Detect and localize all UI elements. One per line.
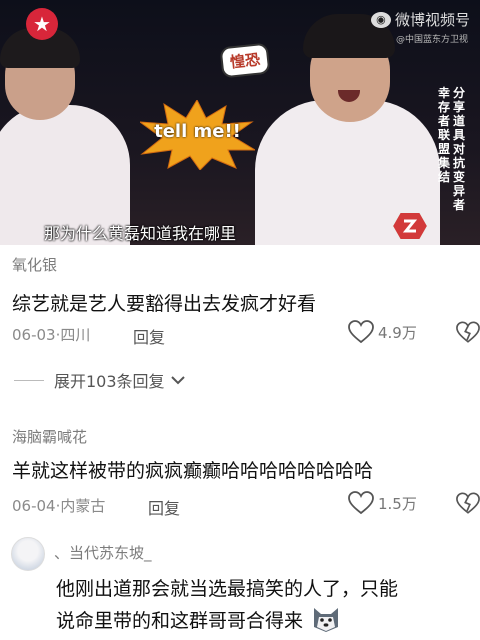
- heart-icon: [348, 491, 374, 515]
- show-badge-icon: [392, 212, 428, 240]
- tv-station-logo-icon: ★: [26, 8, 58, 40]
- comment-date: 06-03: [12, 326, 56, 344]
- video-subtitle: 那为什么黄磊知道我在哪里: [44, 224, 237, 243]
- comment-date: 06-04: [12, 497, 56, 515]
- comment-location: 四川: [60, 326, 91, 344]
- video-frame[interactable]: ★ ◉ 微博视频号 @中国蓝东方卫视 惶恐 tell me!! 幸存者联盟集结 …: [0, 0, 480, 245]
- comment-meta: 06-04·内蒙古: [12, 497, 106, 515]
- avatar[interactable]: [11, 537, 45, 571]
- comment-username[interactable]: 海脑霸喊花: [12, 426, 87, 447]
- broken-heart-icon[interactable]: [456, 321, 480, 344]
- expand-replies-button[interactable]: 展开103条回复: [14, 368, 186, 392]
- chevron-down-icon: [170, 376, 185, 385]
- comment-username[interactable]: 氧化银: [12, 254, 57, 275]
- vertical-caption-2: 分享道具对抗变异者: [452, 86, 465, 212]
- burst-text: tell me!!: [154, 121, 241, 142]
- watermark-sub: @中国蓝东方卫视: [395, 35, 468, 45]
- comment-text: 综艺就是艺人要豁得出去发疯才好看: [12, 293, 317, 315]
- fear-sticker: 惶恐: [219, 42, 271, 79]
- comment-text: 羊就这样被带的疯疯癫癫哈哈哈哈哈哈哈哈: [12, 460, 374, 482]
- comment-username[interactable]: 、当代苏东坡_: [54, 542, 152, 563]
- comment-text-line-1: 他刚出道那会就当选最搞笑的人了，只能: [56, 578, 399, 600]
- expand-replies-label: 展开103条回复: [54, 372, 165, 391]
- like-count: 1.5万: [378, 494, 417, 513]
- watermark: ◉ 微博视频号: [370, 9, 470, 30]
- weibo-icon: ◉: [370, 11, 391, 28]
- comment-location: 内蒙古: [60, 497, 106, 515]
- like-button[interactable]: 1.5万: [348, 491, 417, 515]
- divider: [14, 379, 44, 381]
- heart-icon: [348, 320, 374, 344]
- vertical-caption-1: 幸存者联盟集结: [437, 86, 450, 184]
- broken-heart-icon[interactable]: [456, 492, 480, 515]
- reply-button[interactable]: 回复: [133, 324, 165, 348]
- watermark-handle: 微博视频号: [394, 11, 470, 29]
- like-button[interactable]: 4.9万: [348, 320, 417, 344]
- reply-button[interactable]: 回复: [148, 495, 180, 519]
- comment-text-line-2: 说命里带的和这群哥哥合得来: [56, 605, 341, 633]
- husky-emoji-icon: [314, 608, 339, 632]
- comment-text-line-2-content: 说命里带的和这群哥哥合得来: [56, 610, 304, 632]
- like-count: 4.9万: [378, 323, 417, 342]
- comment-meta: 06-03·四川: [12, 326, 91, 344]
